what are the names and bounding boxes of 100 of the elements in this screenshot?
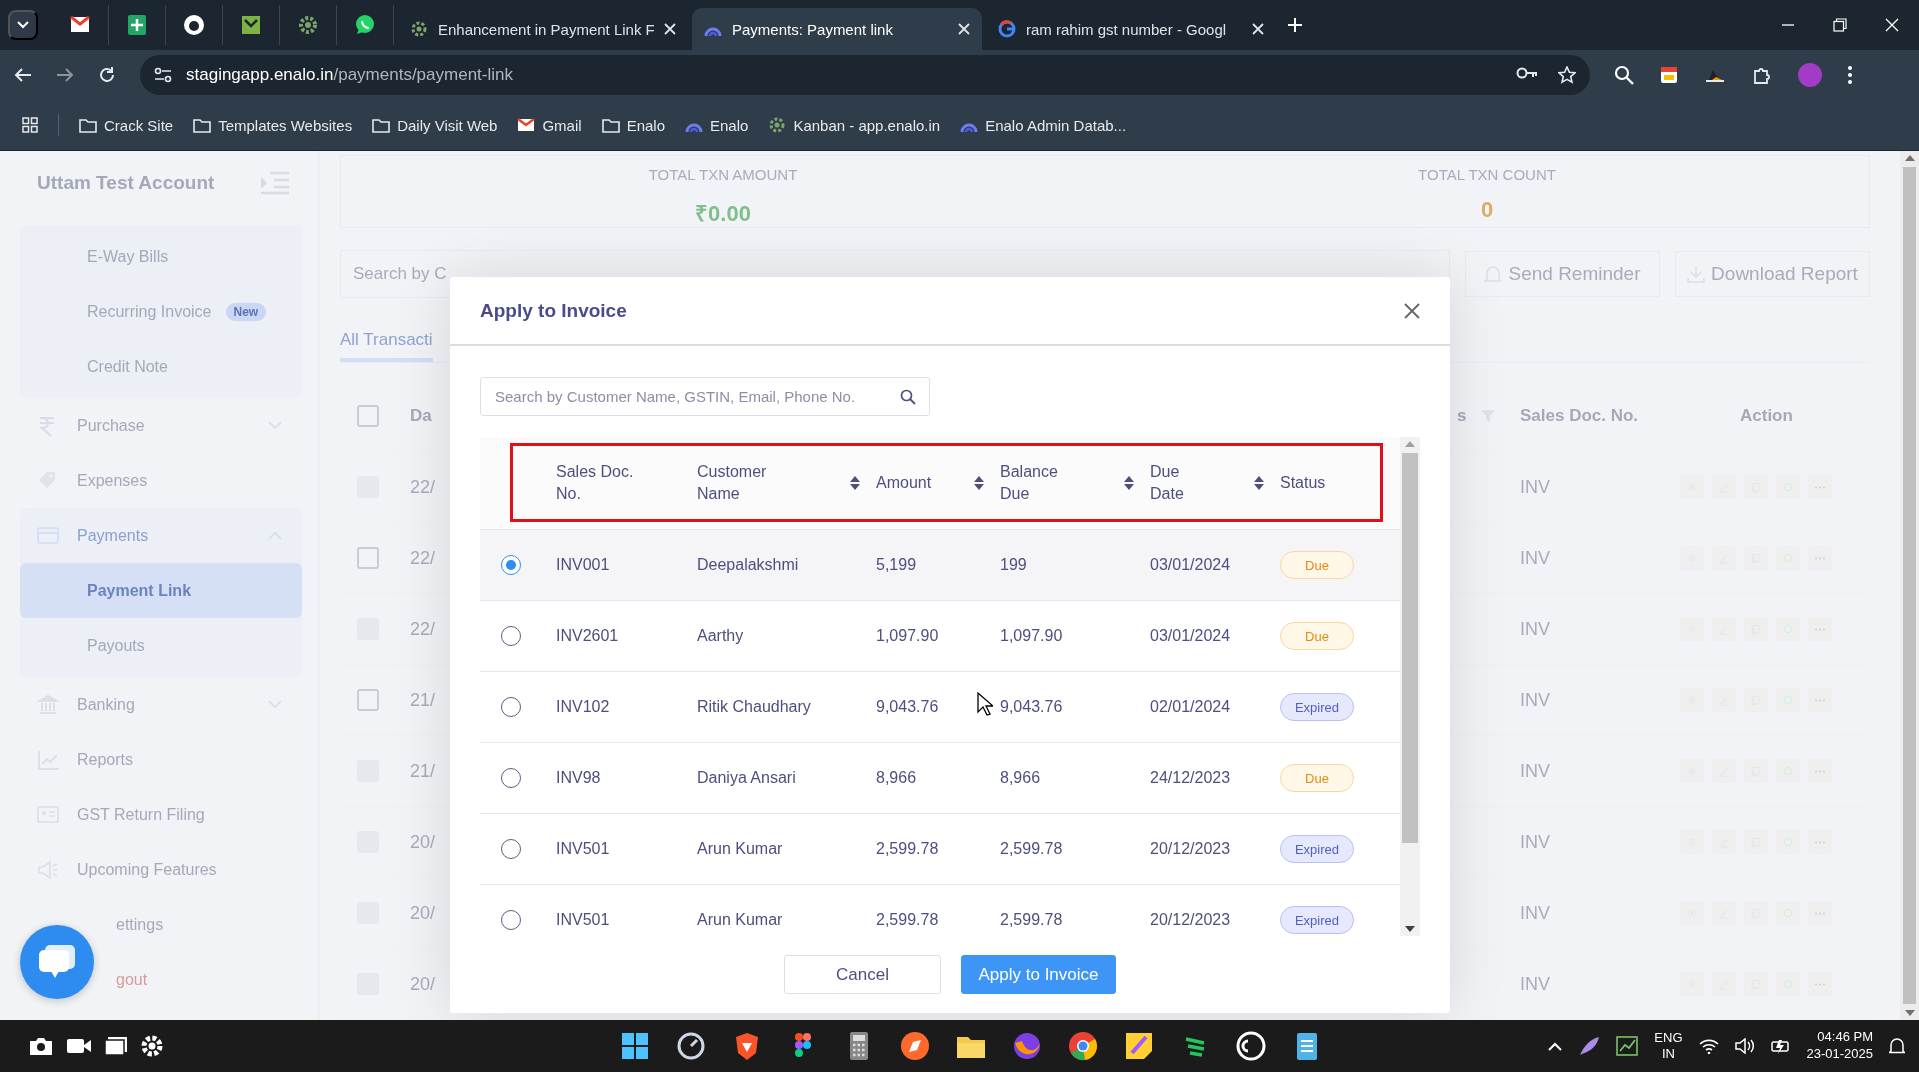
browser-tab[interactable]: Payments: Payment link (692, 8, 982, 50)
video-camera-icon[interactable] (66, 1036, 92, 1056)
bookmark[interactable]: Kanban - app.enalo.in (768, 116, 941, 134)
bookmark[interactable]: Enalo (601, 116, 665, 134)
sidebar-label: Upcoming Features (77, 860, 218, 879)
sidebar-label: Payments (77, 526, 150, 545)
table-cell: 21/ (410, 760, 436, 781)
region-indicator[interactable]: IN (1661, 1046, 1675, 1063)
language-indicator[interactable]: ENG (1654, 1029, 1683, 1046)
apps-grid-icon[interactable] (22, 117, 38, 133)
forward-arrow-icon[interactable] (56, 67, 74, 83)
radio-button[interactable] (501, 910, 521, 930)
table-cell: INV102 (556, 698, 610, 715)
chat-button[interactable] (20, 925, 94, 999)
close-button[interactable] (1404, 302, 1420, 319)
browser-icon (1066, 1029, 1100, 1063)
apply-button[interactable]: Apply to Invoice (961, 955, 1116, 994)
table-cell: 03/01/2024 (1150, 627, 1231, 644)
new-badge: New (225, 302, 267, 321)
table-cell: INV501 (556, 840, 610, 857)
bookmark[interactable]: Gmail (517, 116, 582, 134)
folder-icon (372, 117, 391, 133)
table-cell: INV501 (556, 911, 610, 928)
bookmark[interactable]: Crack Site (79, 116, 174, 134)
table-cell: Arun Kumar (697, 911, 783, 928)
submenu-item[interactable]: E-Way Bills (20, 229, 302, 284)
column-header: Status (1280, 473, 1326, 494)
clock-time[interactable]: 04:46 PM (1817, 1029, 1873, 1046)
close-icon[interactable] (1252, 23, 1264, 35)
reload-icon[interactable] (98, 66, 116, 84)
chart-icon[interactable] (1616, 1036, 1639, 1056)
tab[interactable]: All Transacti (340, 322, 433, 362)
key-icon[interactable] (1516, 66, 1538, 80)
scrollbar[interactable] (1900, 151, 1919, 1020)
bookmark[interactable]: Templates Websites (193, 116, 353, 134)
bookmark[interactable]: Enalo Admin Datab... (960, 116, 1127, 134)
restore-icon[interactable] (1833, 18, 1847, 32)
sidebar-item[interactable]: GST Return Filing (20, 787, 302, 842)
feather-icon[interactable] (1578, 1036, 1601, 1056)
close-icon[interactable] (664, 23, 676, 35)
radio-button[interactable] (501, 697, 521, 717)
taskbar-app[interactable] (898, 1029, 932, 1063)
more-menu-icon[interactable] (1848, 66, 1852, 84)
checkbox[interactable] (357, 405, 379, 427)
chevron-up-icon[interactable] (1548, 1041, 1563, 1051)
scrollbar[interactable] (1400, 437, 1420, 936)
camera-icon[interactable] (28, 1035, 54, 1057)
sidebar-item[interactable]: Payments (20, 508, 302, 563)
bookmark[interactable]: Enalo (685, 116, 749, 134)
calendar-icon[interactable] (1660, 66, 1678, 84)
sidebar-item[interactable]: ettings (116, 897, 302, 952)
sort-icon[interactable] (1254, 475, 1264, 491)
puzzle-icon[interactable] (1752, 65, 1772, 85)
radio-button[interactable] (501, 626, 521, 646)
search-field[interactable]: Search by Customer Name, GSTIN, Email, Phone No. (480, 377, 930, 416)
gear-icon[interactable] (140, 1034, 164, 1058)
status-badge: Due (1280, 551, 1354, 579)
table-cell: 24/12/2023 (1150, 769, 1231, 786)
tab-search-button[interactable] (8, 10, 38, 40)
taskbar-app[interactable] (1066, 1029, 1100, 1063)
volume-icon[interactable] (1734, 1038, 1755, 1054)
submenu-item[interactable]: Payment Link (20, 563, 302, 618)
close-icon[interactable] (958, 23, 970, 35)
back-arrow-icon[interactable] (14, 67, 32, 83)
address-bar[interactable]: stagingapp.enalo.in/payments/payment-link (140, 55, 1590, 95)
sort-icon[interactable] (974, 475, 984, 491)
radio-button[interactable] (501, 555, 521, 575)
sort-icon[interactable] (850, 475, 860, 491)
window-icon[interactable] (104, 1036, 128, 1056)
wifi-icon[interactable] (1698, 1038, 1719, 1054)
sidebar-item[interactable]: gout (116, 952, 302, 1007)
clock-date[interactable]: 23-01-2025 (1806, 1046, 1873, 1063)
table-cell: 20/ (410, 902, 436, 923)
more-icon (1815, 769, 1825, 773)
checkbox[interactable] (357, 547, 379, 569)
checkbox[interactable] (357, 689, 379, 711)
toolbar-button[interactable]: Send Reminder (1465, 251, 1660, 297)
submenu-item[interactable]: Payouts (20, 618, 302, 673)
sidebar-item[interactable]: Banking (20, 677, 302, 732)
star-icon[interactable] (1558, 66, 1576, 84)
sidebar-item[interactable]: Purchase (20, 398, 302, 453)
notification-bell-icon[interactable] (1889, 1037, 1905, 1055)
browser-tab[interactable]: ram rahim gst number - Googl (986, 8, 1276, 50)
sidebar-item[interactable]: Upcoming Features (20, 842, 302, 897)
mouse-cursor-icon (977, 692, 993, 716)
site-settings-icon[interactable] (154, 67, 172, 83)
toolbar-button[interactable]: Download Report (1675, 251, 1870, 297)
browser-tab[interactable]: Enhancement in Payment Link F (398, 8, 688, 50)
sidebar-item[interactable]: Reports (20, 732, 302, 787)
sort-icon[interactable] (1124, 475, 1134, 491)
submenu-item[interactable]: Credit Note (20, 339, 302, 394)
bookmark[interactable]: Daily Visit Web (372, 116, 498, 134)
battery-icon[interactable] (1770, 1038, 1791, 1054)
cancel-button[interactable]: Cancel (784, 955, 941, 994)
radio-button[interactable] (501, 839, 521, 859)
radio-button[interactable] (501, 768, 521, 788)
search-icon[interactable] (1614, 65, 1634, 85)
taskbar-app[interactable] (1234, 1029, 1268, 1063)
sidebar-item[interactable]: Expenses (20, 453, 302, 508)
submenu-item[interactable]: Recurring Invoice New (20, 284, 302, 339)
